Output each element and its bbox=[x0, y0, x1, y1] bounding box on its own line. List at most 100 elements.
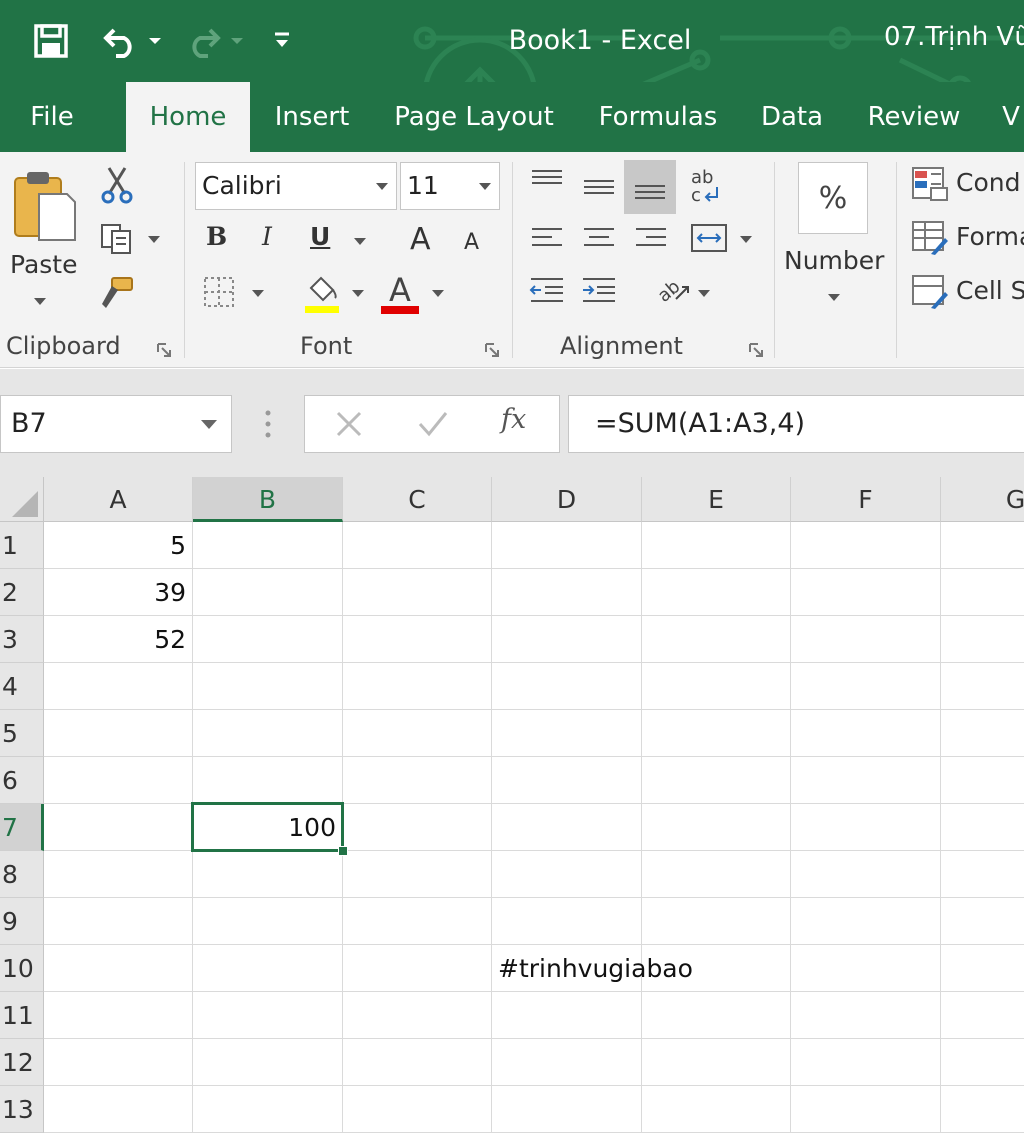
cell-a10[interactable] bbox=[44, 945, 193, 992]
row-header-5[interactable]: 5 bbox=[0, 710, 44, 757]
cell-e4[interactable] bbox=[642, 663, 791, 710]
cell-b10[interactable] bbox=[193, 945, 343, 992]
tab-page-layout[interactable]: Page Layout bbox=[390, 82, 558, 152]
column-header-d[interactable]: D bbox=[492, 477, 642, 522]
cell-g3[interactable] bbox=[941, 616, 1024, 663]
cell-a13[interactable] bbox=[44, 1086, 193, 1133]
cell-c1[interactable] bbox=[343, 522, 492, 569]
undo-dropdown-icon[interactable] bbox=[144, 18, 166, 64]
cell-c6[interactable] bbox=[343, 757, 492, 804]
cell-g7[interactable] bbox=[941, 804, 1024, 851]
cell-a2[interactable]: 39 bbox=[44, 569, 193, 616]
bold-button[interactable]: B bbox=[206, 222, 227, 251]
cell-g2[interactable] bbox=[941, 569, 1024, 616]
row-header-8[interactable]: 8 bbox=[0, 851, 44, 898]
cell-g9[interactable] bbox=[941, 898, 1024, 945]
select-all-button[interactable] bbox=[0, 477, 44, 522]
name-box[interactable]: B7 bbox=[0, 395, 232, 453]
cell-d8[interactable] bbox=[492, 851, 642, 898]
fill-handle[interactable] bbox=[338, 846, 348, 856]
cell-c12[interactable] bbox=[343, 1039, 492, 1086]
tab-insert[interactable]: Insert bbox=[268, 82, 356, 152]
clipboard-launcher-icon[interactable] bbox=[156, 342, 172, 358]
cell-e3[interactable] bbox=[642, 616, 791, 663]
align-left-icon[interactable] bbox=[524, 216, 570, 260]
cell-a9[interactable] bbox=[44, 898, 193, 945]
cell-e12[interactable] bbox=[642, 1039, 791, 1086]
cell-f10[interactable] bbox=[791, 945, 941, 992]
cell-b11[interactable] bbox=[193, 992, 343, 1039]
cell-f11[interactable] bbox=[791, 992, 941, 1039]
column-header-f[interactable]: F bbox=[791, 477, 941, 522]
decrease-indent-icon[interactable] bbox=[524, 268, 570, 312]
cell-b1[interactable] bbox=[193, 522, 343, 569]
cell-e2[interactable] bbox=[642, 569, 791, 616]
grow-font-button[interactable]: A bbox=[410, 222, 431, 257]
cell-b8[interactable] bbox=[193, 851, 343, 898]
cell-f12[interactable] bbox=[791, 1039, 941, 1086]
cell-f5[interactable] bbox=[791, 710, 941, 757]
copy-dropdown-icon[interactable] bbox=[148, 236, 160, 243]
cell-b7[interactable]: 100 bbox=[193, 804, 343, 851]
row-header-1[interactable]: 1 bbox=[0, 522, 44, 569]
cell-c13[interactable] bbox=[343, 1086, 492, 1133]
cell-d2[interactable] bbox=[492, 569, 642, 616]
user-name[interactable]: 07.Trịnh Vũ bbox=[884, 22, 1024, 52]
middle-align-icon[interactable] bbox=[576, 166, 622, 210]
cell-b2[interactable] bbox=[193, 569, 343, 616]
font-name-combo[interactable]: Calibri bbox=[195, 162, 397, 210]
tab-file[interactable]: File bbox=[18, 82, 86, 152]
cell-c7[interactable] bbox=[343, 804, 492, 851]
cell-f4[interactable] bbox=[791, 663, 941, 710]
cell-g5[interactable] bbox=[941, 710, 1024, 757]
format-as-table-button[interactable]: Forma bbox=[956, 222, 1024, 251]
cell-a4[interactable] bbox=[44, 663, 193, 710]
cell-b4[interactable] bbox=[193, 663, 343, 710]
format-as-table-icon[interactable] bbox=[908, 218, 952, 258]
cell-f8[interactable] bbox=[791, 851, 941, 898]
customize-qat-icon[interactable] bbox=[266, 18, 298, 64]
borders-icon[interactable] bbox=[200, 272, 238, 312]
row-header-4[interactable]: 4 bbox=[0, 663, 44, 710]
cell-f1[interactable] bbox=[791, 522, 941, 569]
wrap-text-icon[interactable]: ab c bbox=[684, 162, 730, 208]
italic-button[interactable]: I bbox=[262, 222, 272, 251]
column-header-g[interactable]: G bbox=[941, 477, 1024, 522]
cell-g12[interactable] bbox=[941, 1039, 1024, 1086]
cell-g8[interactable] bbox=[941, 851, 1024, 898]
cell-e1[interactable] bbox=[642, 522, 791, 569]
align-right-icon[interactable] bbox=[628, 216, 674, 260]
cell-g4[interactable] bbox=[941, 663, 1024, 710]
cell-c5[interactable] bbox=[343, 710, 492, 757]
paste-dropdown-icon[interactable] bbox=[34, 298, 46, 305]
tab-formulas[interactable]: Formulas bbox=[592, 82, 724, 152]
cell-d5[interactable] bbox=[492, 710, 642, 757]
row-header-2[interactable]: 2 bbox=[0, 569, 44, 616]
shrink-font-button[interactable]: A bbox=[464, 230, 479, 255]
cell-f2[interactable] bbox=[791, 569, 941, 616]
borders-dropdown-icon[interactable] bbox=[252, 290, 264, 297]
cell-d6[interactable] bbox=[492, 757, 642, 804]
tab-review[interactable]: Review bbox=[862, 82, 966, 152]
cell-d12[interactable] bbox=[492, 1039, 642, 1086]
cell-f6[interactable] bbox=[791, 757, 941, 804]
cell-e13[interactable] bbox=[642, 1086, 791, 1133]
cell-a3[interactable]: 52 bbox=[44, 616, 193, 663]
cell-c9[interactable] bbox=[343, 898, 492, 945]
number-dropdown-icon[interactable] bbox=[828, 294, 840, 301]
cell-d7[interactable] bbox=[492, 804, 642, 851]
align-center-icon[interactable] bbox=[576, 216, 622, 260]
cell-c4[interactable] bbox=[343, 663, 492, 710]
orientation-icon[interactable]: ab bbox=[648, 266, 696, 312]
cell-d9[interactable] bbox=[492, 898, 642, 945]
cell-f7[interactable] bbox=[791, 804, 941, 851]
tab-view[interactable]: V bbox=[998, 82, 1024, 152]
cell-b13[interactable] bbox=[193, 1086, 343, 1133]
formula-input[interactable]: =SUM(A1:A3,4) bbox=[568, 395, 1024, 453]
splitter-dots-icon[interactable] bbox=[264, 409, 272, 439]
font-color-icon[interactable]: A bbox=[378, 270, 422, 316]
cell-d1[interactable] bbox=[492, 522, 642, 569]
save-icon[interactable] bbox=[28, 18, 74, 64]
merge-dropdown-icon[interactable] bbox=[740, 236, 752, 243]
column-header-c[interactable]: C bbox=[343, 477, 492, 522]
